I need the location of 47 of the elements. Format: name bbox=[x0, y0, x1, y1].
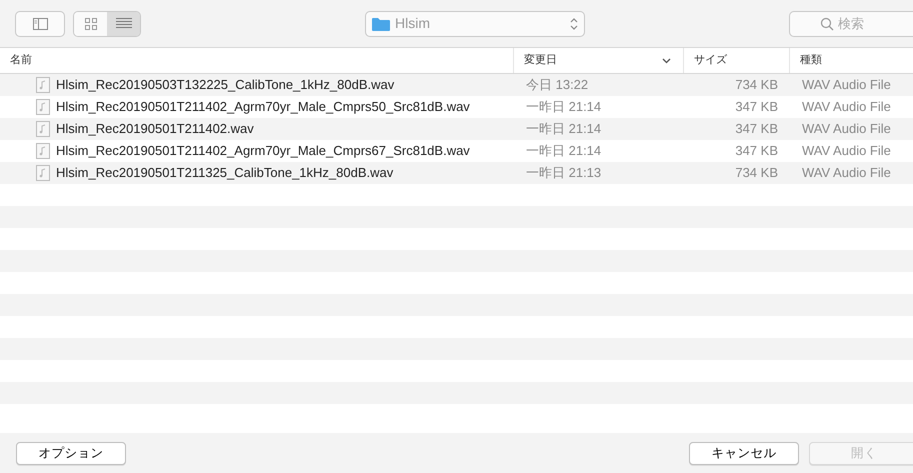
size-cell-text: 347 KB bbox=[734, 98, 779, 116]
date-cell-text: 一昨日 21:14 bbox=[525, 142, 602, 160]
size-cell-text: 734 KB bbox=[734, 164, 779, 182]
date-cell-text: 今日 13:22 bbox=[525, 76, 590, 94]
kind-cell-text: WAV Audio File bbox=[801, 120, 892, 138]
date-cell-text: 一昨日 21:14 bbox=[525, 98, 602, 116]
kind-cell-text: WAV Audio File bbox=[801, 164, 892, 182]
kind-cell-text: WAV Audio File bbox=[801, 76, 892, 94]
file-row[interactable]: Hlsim_Rec20190501T211402_Agrm70yr_Male_Cmprs50_Src81dB.wav 一昨日 21:14 347 KB WAV Audio File bbox=[0, 96, 913, 118]
cancel-button[interactable]: キャンセル bbox=[689, 442, 799, 464]
column-header[interactable]: 変更日 bbox=[514, 48, 684, 73]
kind-cell-text: WAV Audio File bbox=[801, 142, 892, 160]
audio-file-icon bbox=[36, 165, 50, 181]
audio-file-icon bbox=[36, 77, 50, 93]
file-row[interactable]: Hlsim_Rec20190501T211402.wav 一昨日 21:14 347 KB WAV Audio File bbox=[0, 118, 913, 140]
audio-file-icon bbox=[36, 99, 50, 115]
sidebar-icon bbox=[32, 18, 48, 30]
list-view-button[interactable] bbox=[107, 12, 140, 36]
file-name: Hlsim_Rec20190501T211402_Agrm70yr_Male_Cmprs50_Src81dB.wav bbox=[56, 98, 470, 116]
size-cell-text: 734 KB bbox=[734, 76, 779, 94]
column-header[interactable]: 種類 bbox=[790, 48, 913, 73]
date-cell-text: 一昨日 21:14 bbox=[525, 120, 602, 138]
size-cell-text: 347 KB bbox=[734, 120, 779, 138]
location-label: Hlsim bbox=[395, 14, 430, 33]
search-placeholder: 検索 bbox=[838, 14, 864, 33]
search-icon bbox=[820, 16, 834, 30]
file-row[interactable]: Hlsim_Rec20190501T211402_Agrm70yr_Male_Cmprs67_Src81dB.wav 一昨日 21:14 347 KB WAV Audio File bbox=[0, 140, 913, 162]
list-icon bbox=[116, 18, 132, 29]
grid-icon bbox=[84, 18, 96, 30]
file-row[interactable]: Hlsim_Rec20190501T211325_CalibTone_1kHz_80dB.wav 一昨日 21:13 734 KB WAV Audio File bbox=[0, 162, 913, 184]
options-button[interactable]: オプション bbox=[16, 442, 126, 464]
size-cell-text: 347 KB bbox=[734, 142, 779, 160]
file-name: Hlsim_Rec20190501T211325_CalibTone_1kHz_80dB.wav bbox=[56, 164, 394, 182]
folder-icon bbox=[372, 16, 390, 30]
updown-icon bbox=[570, 16, 578, 30]
audio-file-icon bbox=[36, 121, 50, 137]
column-header[interactable]: 名前 bbox=[0, 48, 514, 73]
kind-cell-text: WAV Audio File bbox=[801, 98, 892, 116]
audio-file-icon bbox=[36, 143, 50, 159]
file-name: Hlsim_Rec20190501T211402.wav bbox=[56, 120, 254, 138]
file-name: Hlsim_Rec20190503T132225_CalibTone_1kHz_80dB.wav bbox=[56, 76, 394, 94]
sidebar-toggle-button[interactable] bbox=[15, 10, 65, 36]
column-header[interactable]: サイズ bbox=[684, 48, 790, 73]
icon-view-button[interactable] bbox=[74, 12, 107, 36]
file-name: Hlsim_Rec20190501T211402_Agrm70yr_Male_Cmprs67_Src81dB.wav bbox=[56, 142, 470, 160]
file-row[interactable]: Hlsim_Rec20190503T132225_CalibTone_1kHz_80dB.wav 今日 13:22 734 KB WAV Audio File bbox=[0, 74, 913, 96]
date-cell-text: 一昨日 21:13 bbox=[525, 164, 602, 182]
